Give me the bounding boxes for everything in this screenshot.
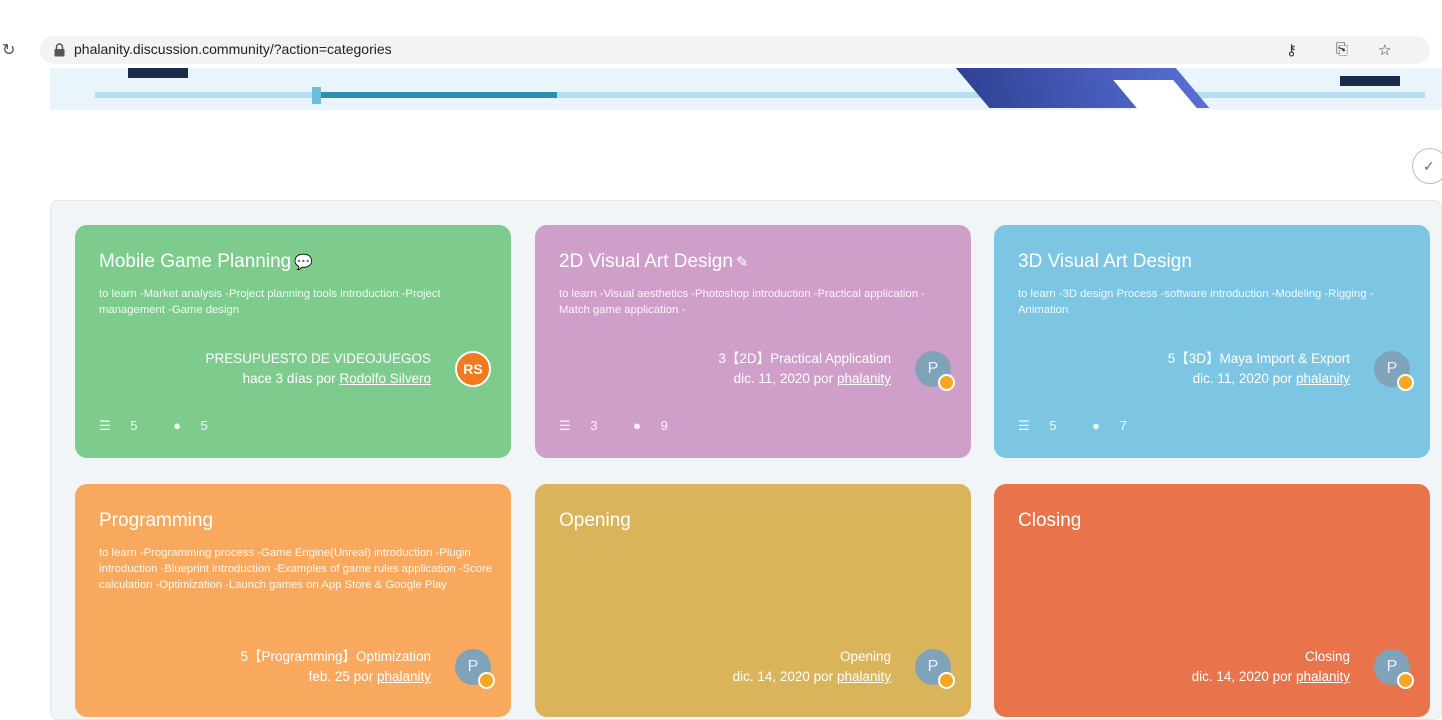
topics-count: ☰ 3 — [559, 418, 598, 433]
category-description: to learn -3D design Process -software in… — [1018, 288, 1374, 316]
posts-count: ● 5 — [173, 418, 208, 433]
list-icon: ☰ — [1018, 418, 1030, 433]
lock-icon — [54, 43, 65, 57]
avatar[interactable]: P — [1374, 351, 1414, 391]
category-description: to learn -Visual aesthetics -Photoshop i… — [559, 288, 925, 316]
category-stats: ☰ 3 ● 9 — [559, 418, 700, 434]
chat-icon: 💬 — [294, 254, 313, 271]
check-icon: ✓ — [1423, 158, 1435, 174]
latest-post: 5【Programming】Optimization feb. 25 por p… — [240, 647, 431, 687]
category-description: to learn -Market analysis -Project plann… — [99, 288, 441, 316]
avatar[interactable]: P — [1374, 649, 1414, 689]
category-card-2d-visual-art-design[interactable]: 2D Visual Art Design ✎ to learn -Visual a… — [535, 225, 971, 458]
category-title[interactable]: 3D Visual Art Design — [1018, 251, 1192, 273]
posts-count: ● 9 — [633, 418, 668, 433]
comment-icon: ● — [173, 418, 181, 433]
author-link[interactable]: phalanity — [377, 669, 431, 684]
list-icon: ☰ — [99, 418, 111, 433]
comment-icon: ● — [1092, 418, 1100, 433]
category-title[interactable]: 2D Visual Art Design ✎ — [559, 251, 748, 273]
author-link[interactable]: Rodolfo Silvero — [339, 371, 431, 386]
latest-topic-link[interactable]: 3【2D】Practical Application — [718, 349, 891, 369]
category-card-programming[interactable]: Programming to learn -Programming proces… — [75, 484, 511, 717]
admin-badge-icon — [1397, 672, 1414, 689]
avatar[interactable]: RS — [455, 351, 491, 387]
author-link[interactable]: phalanity — [1296, 669, 1350, 684]
author-link[interactable]: phalanity — [837, 669, 891, 684]
latest-time: dic. 14, 2020 por — [732, 669, 834, 684]
latest-topic-link[interactable]: Closing — [1192, 647, 1350, 667]
avatar[interactable]: P — [915, 649, 955, 689]
browser-toolbar: ↻ phalanity.discussion.community/?action… — [0, 36, 1442, 64]
pen-icon: ✎ — [735, 254, 749, 271]
url-text[interactable]: phalanity.discussion.community/?action=c… — [74, 41, 392, 57]
category-title[interactable]: Mobile Game Planning 💬 — [99, 251, 313, 273]
category-grid: Mobile Game Planning 💬 to learn -Market a… — [50, 200, 1442, 720]
category-title[interactable]: Opening — [559, 510, 631, 532]
category-stats: ☰ 5 ● 5 — [99, 418, 240, 434]
author-link[interactable]: phalanity — [837, 371, 891, 386]
topics-count: ☰ 5 — [99, 418, 138, 433]
topics-count: ☰ 5 — [1018, 418, 1057, 433]
latest-time: dic. 14, 2020 por — [1191, 669, 1293, 684]
category-card-3d-visual-art-design[interactable]: 3D Visual Art Design to learn -3D design… — [994, 225, 1430, 458]
posts-count: ● 7 — [1092, 418, 1127, 433]
latest-time: feb. 25 por — [308, 669, 374, 684]
latest-post: Closing dic. 14, 2020 por phalanity — [1192, 647, 1350, 687]
category-card-opening[interactable]: Opening Opening dic. 14, 2020 por phalan… — [535, 484, 971, 717]
avatar[interactable]: P — [915, 351, 955, 391]
admin-badge-icon — [1397, 374, 1414, 391]
list-icon: ☰ — [559, 418, 571, 433]
latest-time: dic. 11, 2020 por — [733, 371, 834, 386]
latest-post: 3【2D】Practical Application dic. 11, 2020… — [718, 349, 891, 389]
bookmark-star-icon[interactable]: ☆ — [1378, 41, 1391, 59]
latest-topic-link[interactable]: 5【Programming】Optimization — [240, 647, 431, 667]
mark-read-button[interactable]: ✓ — [1412, 148, 1442, 184]
latest-topic-link[interactable]: PRESUPUESTO DE VIDEOJUEGOS — [205, 349, 431, 369]
latest-topic-link[interactable]: Opening — [733, 647, 891, 667]
admin-badge-icon — [938, 374, 955, 391]
latest-post: PRESUPUESTO DE VIDEOJUEGOS hace 3 días p… — [205, 349, 431, 389]
admin-badge-icon — [478, 672, 495, 689]
category-card-mobile-game-planning[interactable]: Mobile Game Planning 💬 to learn -Market a… — [75, 225, 511, 458]
category-title[interactable]: Programming — [99, 510, 213, 532]
admin-badge-icon — [938, 672, 955, 689]
translate-icon[interactable]: ⎘ — [1336, 41, 1348, 58]
avatar[interactable]: P — [455, 649, 495, 689]
key-icon[interactable]: ⚷ — [1286, 41, 1297, 59]
reload-icon[interactable]: ↻ — [2, 40, 15, 60]
latest-post: 5【3D】Maya Import & Export dic. 11, 2020 … — [1168, 349, 1350, 389]
address-bar[interactable]: phalanity.discussion.community/?action=c… — [40, 36, 1430, 64]
latest-topic-link[interactable]: 5【3D】Maya Import & Export — [1168, 349, 1350, 369]
author-link[interactable]: phalanity — [1296, 371, 1350, 386]
comment-icon: ● — [633, 418, 641, 433]
latest-post: Opening dic. 14, 2020 por phalanity — [733, 647, 891, 687]
category-stats: ☰ 5 ● 7 — [1018, 418, 1159, 434]
category-card-closing[interactable]: Closing Closing dic. 14, 2020 por phalan… — [994, 484, 1430, 717]
latest-time: dic. 11, 2020 por — [1192, 371, 1293, 386]
category-description: to learn -Programming process -Game Engi… — [99, 547, 493, 591]
category-title[interactable]: Closing — [1018, 510, 1081, 532]
hero-banner — [50, 68, 1442, 110]
latest-time: hace 3 días por — [242, 371, 336, 386]
